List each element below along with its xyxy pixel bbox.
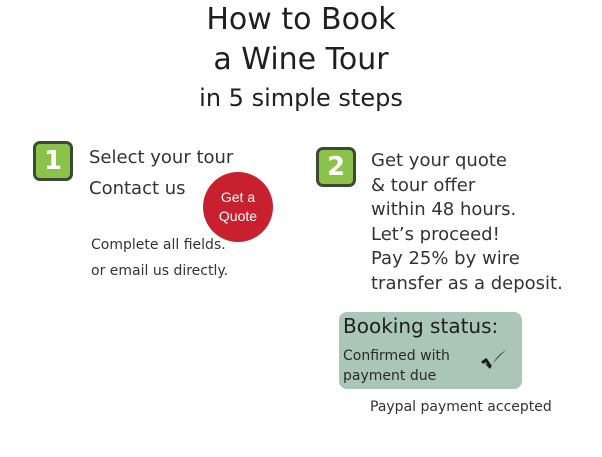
step-1-line-1: Select your tour — [89, 147, 234, 168]
title-line-1: How to Book — [206, 2, 396, 37]
booking-status-value-line-2: payment due — [343, 368, 437, 384]
title-subtitle: in 5 simple steps — [199, 84, 403, 112]
step-2-line-6: transfer as a deposit. — [371, 272, 563, 294]
step-1-line-2: Contact us — [89, 178, 186, 199]
step-2-line-3: within 48 hours. — [371, 199, 517, 220]
check-icon — [481, 350, 506, 369]
get-quote-button[interactable]: Get a Quote — [203, 172, 273, 242]
step-2-line-2: & tour offer — [371, 174, 476, 196]
booking-status-box: Booking status: Confirmed with payment d… — [339, 312, 522, 389]
paypal-note: Paypal payment accepted — [370, 399, 552, 415]
title-line-2: a Wine Tour — [213, 42, 389, 77]
get-quote-label-2: Quote — [218, 208, 258, 224]
booking-status-value: Confirmed with payment due — [343, 346, 450, 386]
step-2-line-4: Let’s proceed! — [371, 223, 500, 245]
step-2-line-1: Get your quote — [371, 150, 507, 171]
step-2-line-5: Pay 25% by wire — [371, 248, 520, 269]
step-2-text: Get your quote & tour offer within 48 ho… — [371, 149, 563, 296]
step-1-note-1: Complete all fields. — [91, 237, 226, 253]
step-1-badge: 1 — [33, 141, 73, 181]
get-quote-label-1: Get a — [220, 189, 256, 205]
step-2-badge: 2 — [316, 147, 356, 187]
step-1-note-2: or email us directly. — [91, 263, 229, 279]
booking-status-value-line-1: Confirmed with — [343, 348, 450, 364]
booking-status-heading: Booking status: — [343, 314, 499, 338]
